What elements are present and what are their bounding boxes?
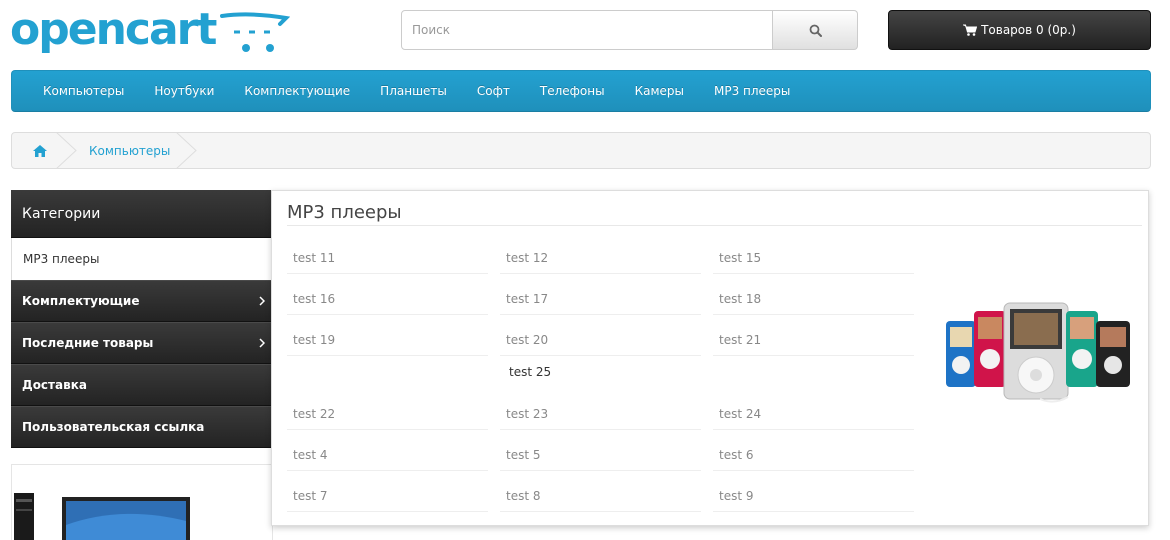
sidebar-item-latest[interactable]: Последние товары <box>11 322 271 364</box>
menu-item-cameras[interactable]: Камеры <box>620 84 699 98</box>
dropdown-link[interactable]: test 4 <box>287 446 488 471</box>
sidebar-item-label: MP3 плееры <box>23 252 100 266</box>
cart-button[interactable]: Товаров 0 (0р.) <box>888 10 1151 50</box>
dropdown-link[interactable]: test 21 <box>713 331 914 356</box>
search-button[interactable] <box>773 10 858 50</box>
menu-item-tablets[interactable]: Планшеты <box>365 84 462 98</box>
shopping-cart-icon <box>963 24 978 36</box>
chevron-right-icon <box>259 338 265 348</box>
dropdown-title: MP3 плееры <box>287 202 402 223</box>
dropdown-link[interactable]: test 6 <box>713 446 914 471</box>
dropdown-link[interactable]: test 11 <box>287 249 488 274</box>
category-image <box>946 302 1130 403</box>
search-icon <box>809 24 822 37</box>
store-logo[interactable]: opencart <box>10 4 290 60</box>
logo-text: opencart <box>10 4 217 55</box>
dropdown-link[interactable]: test 25 <box>503 363 704 388</box>
dropdown-link[interactable]: test 24 <box>713 405 914 430</box>
sidebar-item-label: Доставка <box>22 378 87 392</box>
menu-item-software[interactable]: Софт <box>462 84 525 98</box>
dropdown-link[interactable]: test 7 <box>287 487 488 512</box>
sidebar-item-label: Комплектующие <box>22 294 140 308</box>
menu-item-laptops[interactable]: Ноутбуки <box>139 84 229 98</box>
computer-image <box>14 493 190 540</box>
cart-label: Товаров 0 (0р.) <box>981 23 1076 37</box>
sidebar-item-custom-link[interactable]: Пользовательская ссылка <box>11 406 271 448</box>
dropdown-link[interactable]: test 12 <box>500 249 701 274</box>
dropdown-link[interactable]: test 9 <box>713 487 914 512</box>
search-input[interactable] <box>401 10 773 50</box>
breadcrumb-separator <box>56 132 77 169</box>
dropdown-link[interactable]: test 8 <box>500 487 701 512</box>
main-menu: Компьютеры Ноутбуки Комплектующие Планше… <box>11 70 1151 112</box>
dropdown-link[interactable]: test 23 <box>500 405 701 430</box>
dropdown-link[interactable]: test 19 <box>287 331 488 356</box>
dropdown-link[interactable]: test 17 <box>500 290 701 315</box>
home-icon[interactable] <box>32 143 48 159</box>
menu-item-components[interactable]: Комплектующие <box>229 84 365 98</box>
dropdown-link[interactable]: test 18 <box>713 290 914 315</box>
sidebar-item-delivery[interactable]: Доставка <box>11 364 271 406</box>
dropdown-link[interactable]: test 15 <box>713 249 914 274</box>
search-bar <box>401 10 858 50</box>
breadcrumb-link[interactable]: Компьютеры <box>89 144 170 158</box>
category-sidebar: Категории MP3 плееры Комплектующие После… <box>11 190 271 448</box>
menu-item-phones[interactable]: Телефоны <box>525 84 620 98</box>
dropdown-link[interactable]: test 5 <box>500 446 701 471</box>
chevron-right-icon <box>259 296 265 306</box>
promo-banner[interactable] <box>11 464 273 540</box>
sidebar-item-mp3-players[interactable]: MP3 плееры <box>11 238 271 280</box>
breadcrumb-separator <box>176 132 197 169</box>
menu-item-computers[interactable]: Компьютеры <box>28 84 139 98</box>
logo-cart-icon <box>220 12 290 52</box>
sidebar-item-label: Пользовательская ссылка <box>22 420 205 434</box>
sidebar-title: Категории <box>11 190 271 238</box>
divider <box>287 225 1142 226</box>
menu-item-mp3-players[interactable]: MP3 плееры <box>699 84 805 98</box>
sidebar-item-label: Последние товары <box>22 336 154 350</box>
dropdown-link[interactable]: test 20 <box>500 331 701 356</box>
mp3-players-dropdown: MP3 плееры test 11 test 12 test 15 test … <box>271 190 1149 526</box>
dropdown-link[interactable]: test 22 <box>287 405 488 430</box>
sidebar-item-components[interactable]: Комплектующие <box>11 280 271 322</box>
dropdown-link[interactable]: test 16 <box>287 290 488 315</box>
breadcrumb: Компьютеры <box>11 132 1151 169</box>
